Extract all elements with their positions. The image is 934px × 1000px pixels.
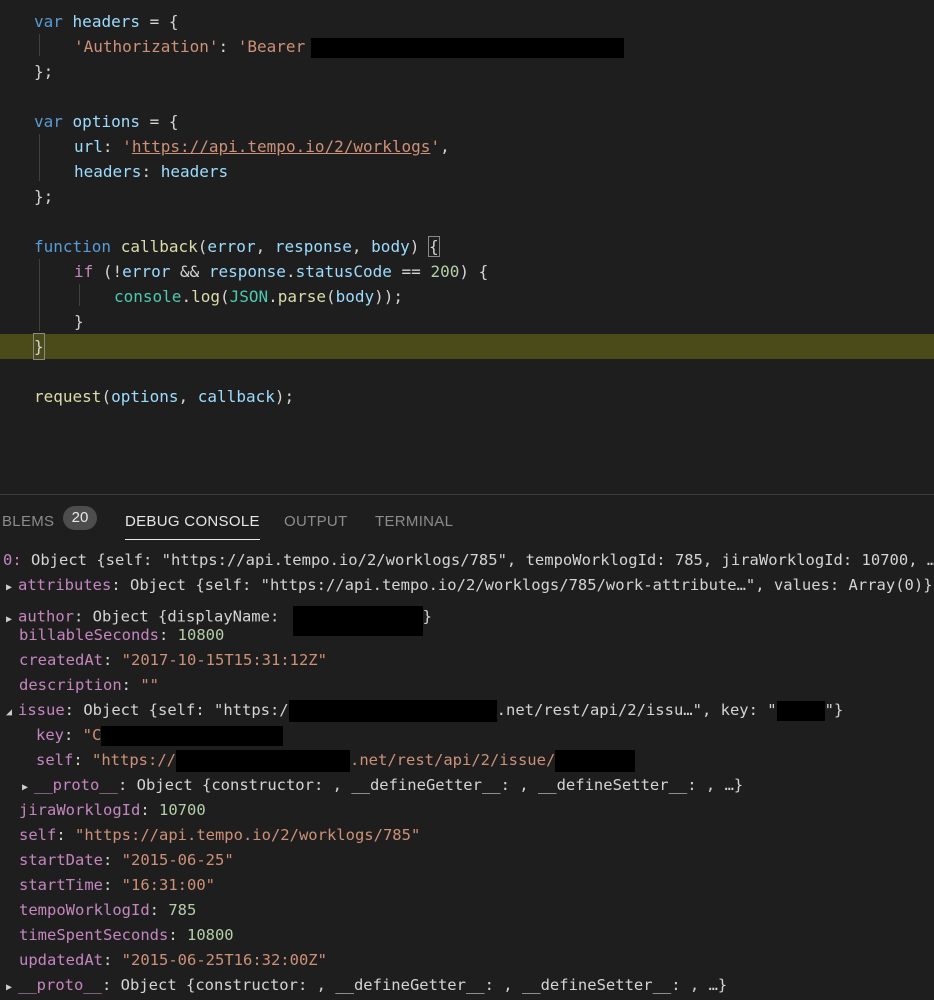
code-line: };: [34, 62, 54, 81]
console-row: tempoWorklogId: 785: [19, 901, 197, 919]
tab-output[interactable]: OUTPUT: [284, 513, 347, 530]
expand-triangle-icon[interactable]: ▶: [6, 607, 18, 632]
redacted-value: [101, 725, 284, 746]
tab-debug-console[interactable]: DEBUG CONSOLE: [125, 513, 260, 540]
url-link[interactable]: https://api.tempo.io/2/worklogs: [132, 137, 431, 156]
panel-tab-bar: BLEMS 20 DEBUG CONSOLE OUTPUT TERMINAL: [0, 494, 934, 549]
console-row[interactable]: ▶ author: Object {displayName: }: [6, 598, 432, 636]
code-line: url: 'https://api.tempo.io/2/worklogs',: [74, 137, 450, 156]
expand-triangle-icon[interactable]: ▶: [22, 775, 34, 800]
console-row: updatedAt: "2015-06-25T16:32:00Z": [19, 951, 327, 969]
redacted-value: [776, 700, 825, 721]
expand-triangle-icon[interactable]: ▶: [6, 975, 18, 1000]
console-row[interactable]: 0: Object {self: "https://api.tempo.io/2…: [3, 548, 934, 573]
console-row: billableSeconds: 10800: [19, 626, 225, 644]
code-line: headers: headers: [74, 162, 229, 181]
tab-problems[interactable]: BLEMS: [2, 513, 54, 530]
collapse-triangle-icon[interactable]: ◢: [6, 700, 18, 725]
problems-count-badge: 20: [63, 506, 97, 530]
redacted-value: [555, 749, 636, 772]
code-line: var headers = {: [34, 12, 179, 31]
redacted-value: [292, 606, 423, 636]
code-line: request(options, callback);: [34, 387, 295, 406]
matched-bracket: }: [33, 333, 45, 360]
expand-triangle-icon[interactable]: ▶: [6, 575, 18, 600]
console-row: createdAt: "2017-10-15T15:31:12Z": [19, 651, 327, 669]
code-line: function callback(error, response, body)…: [34, 236, 440, 257]
console-row[interactable]: ▶ __proto__: Object {constructor: , __def…: [22, 773, 743, 798]
keyword: var: [34, 12, 63, 31]
redacted-value: [176, 749, 350, 772]
tab-terminal[interactable]: TERMINAL: [375, 513, 453, 530]
code-line: if (!error && response.statusCode == 200…: [74, 262, 489, 281]
console-row[interactable]: ▶ __proto__: Object {constructor: , __def…: [6, 973, 727, 998]
debug-console-output[interactable]: 0: Object {self: "https://api.tempo.io/2…: [0, 548, 934, 999]
console-row[interactable]: ◢ issue: Object {self: "https:/.net/rest/…: [6, 698, 843, 723]
console-row[interactable]: ▶ attributes: Object {self: "https://api.…: [6, 573, 933, 598]
code-line: 'Authorization': 'Bearer: [0, 34, 934, 59]
code-line: var options = {: [34, 112, 179, 131]
console-row: jiraWorklogId: 10700: [19, 801, 206, 819]
code-line: };: [34, 187, 54, 206]
console-row: key: "C: [36, 723, 284, 748]
matched-bracket: {: [428, 236, 440, 257]
redacted-token: [310, 37, 624, 58]
console-row: self: "https://api.tempo.io/2/worklogs/7…: [19, 826, 421, 844]
code-line: }: [74, 312, 84, 331]
console-row: timeSpentSeconds: 10800: [19, 926, 234, 944]
console-row: self: "https://.net/rest/api/2/issue/: [36, 748, 636, 773]
console-row: startDate: "2015-06-25": [19, 851, 234, 869]
console-row: startTime: "16:31:00": [19, 876, 215, 894]
code-editor[interactable]: var headers = { 'Authorization': 'Bearer…: [0, 0, 934, 494]
console-row: description: "": [19, 676, 159, 694]
code-line: console.log(JSON.parse(body));: [114, 287, 404, 306]
current-line-highlight: }: [0, 333, 934, 360]
redacted-value: [288, 699, 497, 722]
